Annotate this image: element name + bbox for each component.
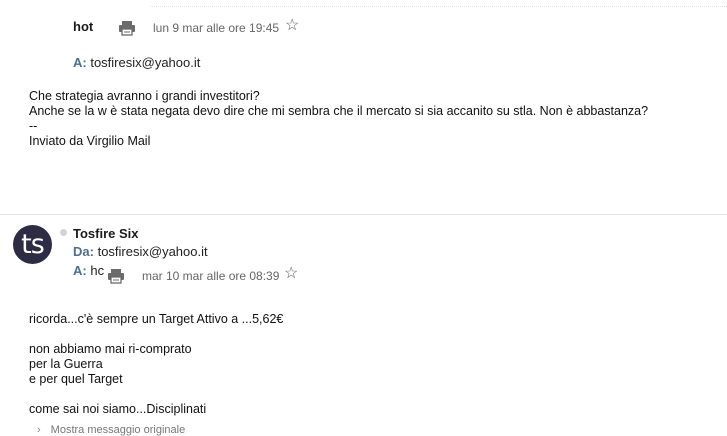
- avatar[interactable]: ts: [13, 225, 52, 264]
- body-line: per la Guerra: [29, 357, 103, 371]
- printer-icon[interactable]: [118, 20, 135, 36]
- message-1-recipient: A: tosfiresix@yahoo.it: [73, 55, 200, 70]
- printer-icon[interactable]: [107, 268, 124, 284]
- body-line: [29, 387, 283, 402]
- from-address[interactable]: tosfiresix@yahoo.it: [98, 244, 208, 259]
- body-line: Anche se la w è stata negata devo dire c…: [29, 104, 649, 118]
- message-divider: [0, 214, 727, 215]
- message-2-body: ricorda...c'è sempre un Target Attivo a …: [29, 312, 283, 417]
- star-outline-icon[interactable]: ☆: [285, 18, 299, 34]
- message-2-sender[interactable]: Tosfire Six: [73, 226, 139, 241]
- body-line: Che strategia avranno i grandi investito…: [29, 89, 260, 103]
- star-outline-icon[interactable]: ☆: [284, 266, 298, 282]
- presence-dot-icon: [60, 229, 67, 236]
- body-line: --: [29, 119, 38, 133]
- top-divider: [150, 6, 727, 7]
- message-2-recipient: A: hc: [73, 263, 104, 278]
- body-line: e per quel Target: [29, 372, 123, 386]
- recipient-address[interactable]: tosfiresix@yahoo.it: [90, 55, 200, 70]
- body-line: [29, 327, 283, 342]
- recipient-address[interactable]: hc: [90, 263, 104, 278]
- body-line: come sai noi siamo...Disciplinati: [29, 402, 207, 416]
- message-2-date: mar 10 mar alle ore 08:39: [142, 269, 280, 283]
- from-label: Da:: [73, 244, 94, 259]
- recipient-label: A:: [73, 55, 87, 70]
- message-1-sender[interactable]: hot: [73, 19, 93, 34]
- body-line: non abbiamo mai ri-comprato: [29, 342, 192, 356]
- body-line: ricorda...c'è sempre un Target Attivo a …: [29, 312, 284, 326]
- message-1-date: lun 9 mar alle ore 19:45: [153, 21, 280, 35]
- message-1-body: Che strategia avranno i grandi investito…: [29, 89, 648, 149]
- recipient-label: A:: [73, 263, 87, 278]
- message-2-from: Da: tosfiresix@yahoo.it: [73, 244, 208, 259]
- show-original-label: Mostra messaggio originale: [50, 424, 186, 436]
- body-line: Inviato da Virgilio Mail: [29, 134, 151, 148]
- chevron-right-icon: ›: [37, 424, 41, 436]
- show-original-toggle[interactable]: › Mostra messaggio originale: [37, 424, 185, 436]
